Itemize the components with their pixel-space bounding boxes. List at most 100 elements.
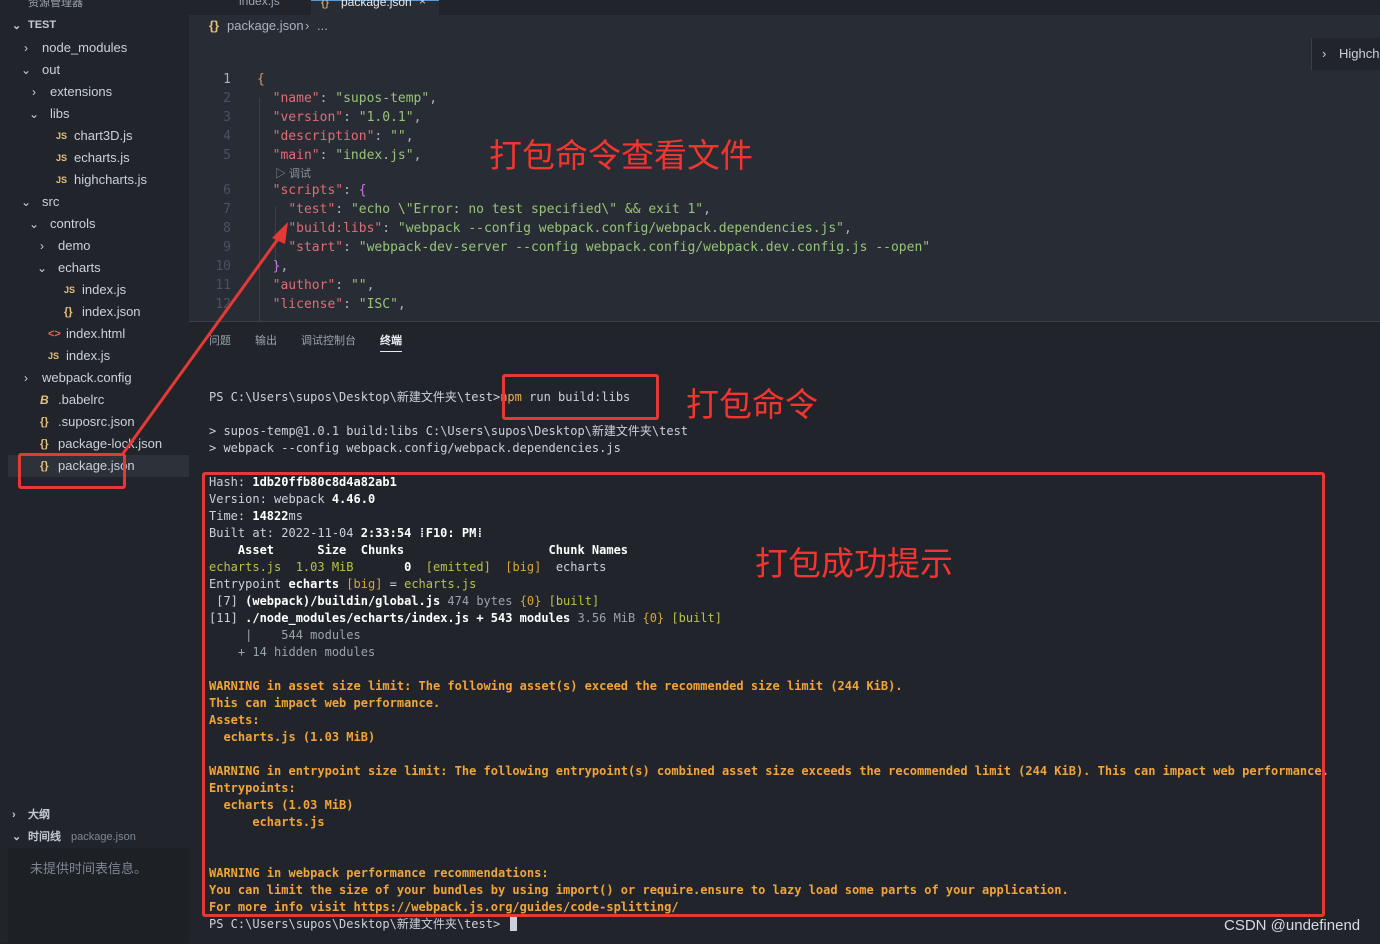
code-line: 11 "author": "", bbox=[189, 276, 1380, 295]
timeline-file-label: package.json bbox=[71, 831, 136, 843]
outline-label: 大纲 bbox=[28, 809, 50, 821]
timeline-empty-message: 未提供时间表信息。 bbox=[30, 861, 148, 876]
file-tree-label: echarts.js bbox=[74, 150, 130, 165]
file-tree-item[interactable]: <> index.html bbox=[8, 323, 189, 345]
file-tree-item[interactable]: JS index.js bbox=[8, 279, 189, 301]
line-number: 3 bbox=[223, 110, 231, 125]
tab-package-json[interactable]: {} package.json × bbox=[311, 0, 439, 16]
breadcrumb: {} package.json › ... bbox=[189, 15, 1380, 39]
file-tree-item[interactable]: ⌄ libs bbox=[8, 103, 189, 125]
tab-output[interactable]: 输出 bbox=[255, 332, 277, 348]
breadcrumb-rest[interactable]: ... bbox=[317, 18, 328, 33]
explorer-root-header[interactable]: ⌄ TEST bbox=[0, 15, 189, 37]
debug-codelens[interactable]: ▷ 调试 bbox=[275, 165, 311, 181]
file-tree-item[interactable]: › demo bbox=[8, 235, 189, 257]
file-tree-item[interactable]: JS chart3D.js bbox=[8, 125, 189, 147]
annotation-box-package-json bbox=[18, 453, 126, 489]
breadcrumb-separator-icon: › bbox=[305, 18, 310, 33]
chevron-down-icon: ⌄ bbox=[28, 107, 40, 121]
line-number: 12 bbox=[215, 297, 231, 312]
annotation-success: 打包成功提示 bbox=[755, 545, 953, 582]
line-number: 7 bbox=[223, 202, 231, 217]
file-tree-label: index.html bbox=[66, 326, 126, 341]
file-tree-item[interactable]: B .babelrc bbox=[8, 389, 189, 411]
line-number: 8 bbox=[223, 221, 231, 236]
annotation-view-file: 打包命令查看文件 bbox=[489, 137, 753, 174]
file-tree-item[interactable]: JS index.js bbox=[8, 345, 189, 367]
file-tree-label: .suposrc.json bbox=[58, 414, 135, 429]
chevron-right-icon: › bbox=[24, 41, 28, 55]
terminal-cursor bbox=[510, 916, 517, 931]
file-tree-item[interactable]: {} index.json bbox=[8, 301, 189, 323]
code-line: 10 }, bbox=[189, 257, 1380, 276]
file-tree-item[interactable]: ⌄ src bbox=[8, 191, 189, 213]
code-editor[interactable]: 1{2 "name": "supos-temp", 3 "version": "1… bbox=[189, 39, 1380, 321]
editor-tab-bar: index.js {} package.json × bbox=[189, 0, 1380, 16]
file-tree-item[interactable]: › webpack.config bbox=[8, 367, 189, 389]
file-tree-label: index.js bbox=[66, 348, 111, 363]
babel-file-icon: B bbox=[40, 393, 49, 407]
close-icon[interactable]: × bbox=[419, 0, 426, 8]
code-text: "license": "ISC", bbox=[272, 297, 406, 312]
file-tree-label: chart3D.js bbox=[74, 128, 133, 143]
file-tree-label: index.js bbox=[82, 282, 127, 297]
file-tree-item[interactable]: {} package-lock.json bbox=[8, 433, 189, 455]
watermark: CSDN @undefinend bbox=[1224, 917, 1361, 934]
code-line: 6 "scripts": { bbox=[189, 181, 1380, 200]
json-icon: {} bbox=[321, 0, 330, 9]
file-tree-item[interactable]: {} .suposrc.json bbox=[8, 411, 189, 433]
chevron-down-icon: ⌄ bbox=[20, 63, 32, 77]
code-line: 7 "test": "echo \"Error: no test specifi… bbox=[189, 200, 1380, 219]
code-text: "version": "1.0.1", bbox=[272, 110, 422, 125]
js-file-icon: JS bbox=[56, 175, 68, 185]
code-text: "start": "webpack-dev-server --config we… bbox=[288, 240, 931, 255]
json-file-icon: {} bbox=[40, 416, 49, 428]
outline-section-header[interactable]: › 大纲 bbox=[0, 804, 189, 826]
file-tree-label: extensions bbox=[50, 84, 113, 99]
file-tree-item[interactable]: JS echarts.js bbox=[8, 147, 189, 169]
line-number: 6 bbox=[223, 183, 231, 198]
tab-problems[interactable]: 问题 bbox=[209, 332, 231, 348]
file-tree-item[interactable]: JS highcharts.js bbox=[8, 169, 189, 191]
code-text: "build:libs": "webpack --config webpack.… bbox=[288, 221, 852, 236]
code-text: "main": "index.js", bbox=[272, 148, 422, 163]
terminal-line: > supos-temp@1.0.1 build:libs C:\Users\s… bbox=[209, 424, 689, 438]
terminal-prompt: PS C:\Users\supos\Desktop\新建文件夹\test> bbox=[209, 390, 501, 404]
tab-label: package.json bbox=[341, 0, 412, 9]
file-tree-item[interactable]: › node_modules bbox=[8, 37, 189, 59]
code-line: 8 "build:libs": "webpack --config webpac… bbox=[189, 219, 1380, 238]
chevron-right-icon: › bbox=[12, 809, 16, 821]
js-file-icon: JS bbox=[64, 285, 76, 295]
code-text: "name": "supos-temp", bbox=[272, 91, 438, 106]
file-tree-item[interactable]: › extensions bbox=[8, 81, 189, 103]
file-tree-label: highcharts.js bbox=[74, 172, 147, 187]
outline-popup-label: Highch bbox=[1339, 46, 1380, 61]
code-line: 4 "description": "", bbox=[189, 127, 1380, 146]
chevron-down-icon: ⌄ bbox=[36, 261, 48, 275]
chevron-right-icon: › bbox=[24, 371, 28, 385]
chevron-down-icon: ⌄ bbox=[12, 20, 22, 32]
breadcrumb-file[interactable]: package.json bbox=[227, 18, 304, 33]
tab-terminal[interactable]: 终端 bbox=[380, 332, 402, 352]
line-number: 4 bbox=[223, 129, 231, 144]
code-line: 3 "version": "1.0.1", bbox=[189, 108, 1380, 127]
code-line: 5 "main": "index.js", bbox=[189, 146, 1380, 165]
file-tree-label: echarts bbox=[58, 260, 101, 275]
code-text: }, bbox=[272, 259, 289, 274]
file-tree-label: src bbox=[42, 194, 60, 209]
file-tree-item[interactable]: ⌄ controls bbox=[8, 213, 189, 235]
outline-breadcrumb-popup[interactable]: › Highch bbox=[1311, 38, 1380, 70]
html-file-icon: <> bbox=[48, 328, 61, 340]
code-text: "test": "echo \"Error: no test specified… bbox=[288, 202, 711, 217]
file-tree-item[interactable]: ⌄ echarts bbox=[8, 257, 189, 279]
file-tree-label: package-lock.json bbox=[58, 436, 163, 451]
explorer-title: 资源管理器 bbox=[28, 0, 83, 9]
js-file-icon: JS bbox=[48, 351, 60, 361]
file-tree-label: libs bbox=[50, 106, 70, 121]
timeline-section-header[interactable]: ⌄ 时间线 package.json bbox=[0, 826, 189, 848]
file-tree-item[interactable]: ⌄ out bbox=[8, 59, 189, 81]
json-file-icon: {} bbox=[64, 306, 73, 318]
line-number: 1 bbox=[223, 72, 231, 87]
tab-debug-console[interactable]: 调试控制台 bbox=[301, 332, 356, 348]
chevron-down-icon: ⌄ bbox=[12, 831, 22, 843]
